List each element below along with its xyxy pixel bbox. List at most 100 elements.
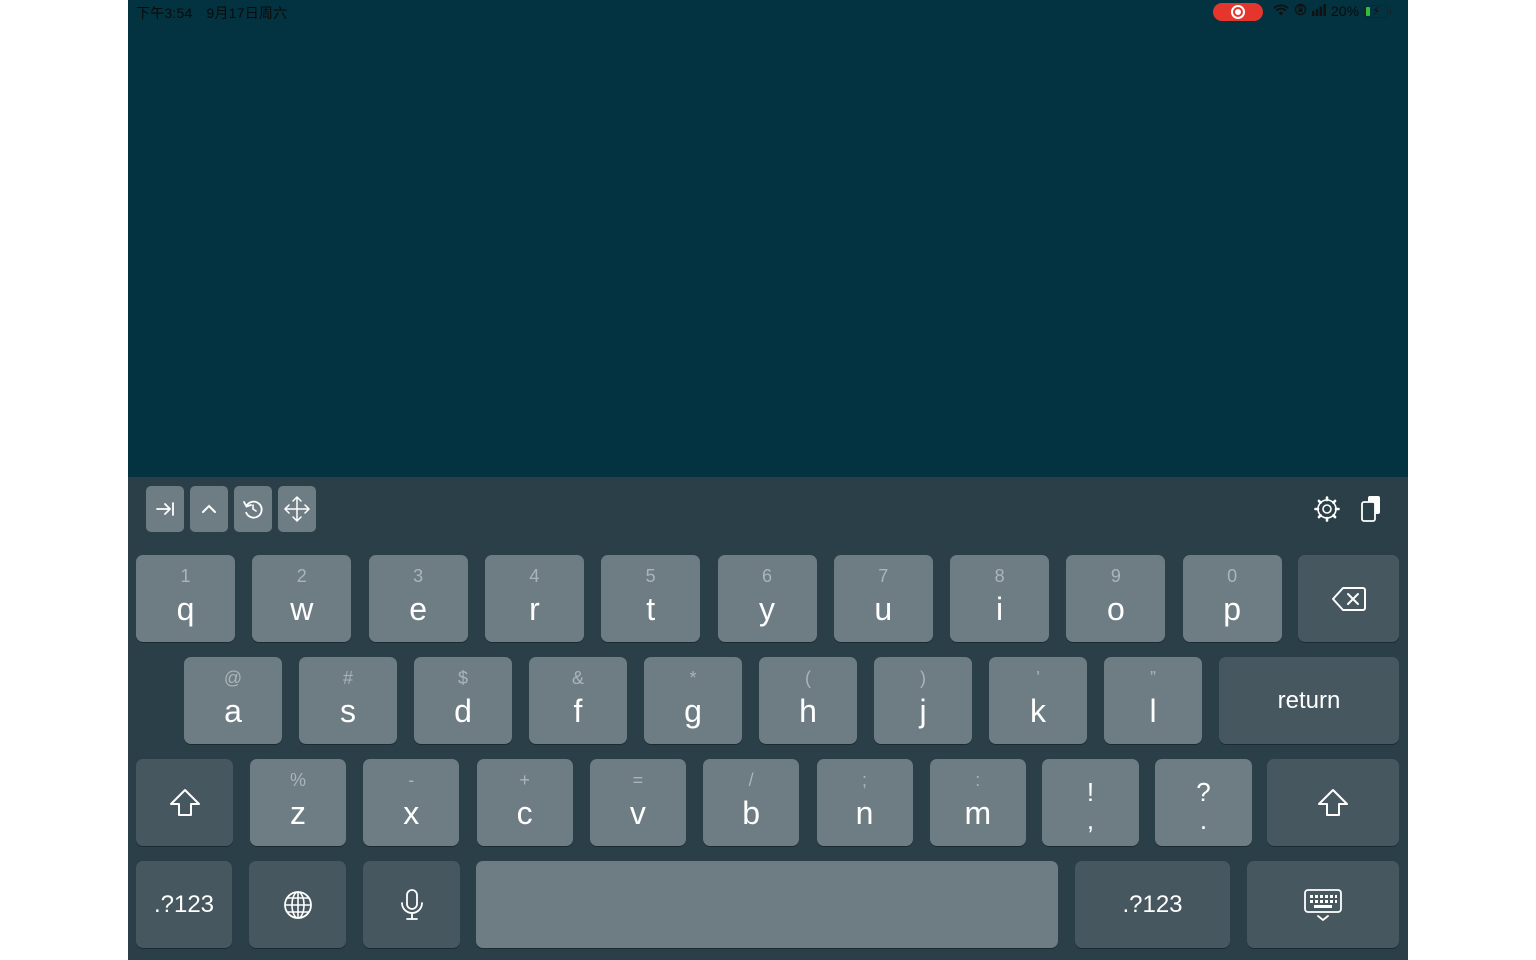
key-l[interactable]: ” l: [1104, 657, 1202, 744]
battery-percent: 20%: [1331, 3, 1360, 19]
key-hint-label: ): [920, 668, 926, 688]
key-hint-label: $: [457, 668, 468, 688]
key-hint-label: 7: [878, 566, 889, 586]
key-letter-label: q: [176, 591, 195, 627]
status-date: 9月17日周六: [206, 5, 288, 21]
shift-key-right[interactable]: [1267, 759, 1399, 846]
key-hint-label: (: [805, 668, 811, 688]
key-hint-label: /: [748, 770, 754, 790]
key-letter-label: i: [996, 591, 1004, 627]
tab-icon[interactable]: [146, 486, 184, 532]
key-c[interactable]: + c: [476, 759, 573, 846]
punct-bottom-label: ,: [1086, 805, 1095, 835]
key-v[interactable]: = v: [589, 759, 686, 846]
key-hint-label: 3: [413, 566, 424, 586]
microphone-icon: [363, 861, 460, 948]
key-z[interactable]: % z: [250, 759, 346, 846]
key-letter-label: z: [290, 795, 306, 831]
globe-key[interactable]: [249, 861, 346, 948]
key-o[interactable]: 9o: [1066, 555, 1166, 642]
key-q[interactable]: 1q: [136, 555, 235, 642]
numbers-label: .?123: [1122, 890, 1183, 918]
punct-top-label: !: [1086, 777, 1095, 807]
key-letter-label: r: [529, 591, 540, 627]
key-u[interactable]: 7u: [833, 555, 933, 642]
key-letter-label: p: [1223, 591, 1242, 627]
screen-recording-indicator[interactable]: [1213, 3, 1263, 21]
key-p[interactable]: 0p: [1182, 555, 1282, 642]
key-hint-label: &: [571, 668, 584, 688]
key-k[interactable]: ’ k: [989, 657, 1087, 744]
key-letter-label: k: [1030, 693, 1046, 729]
clipboard-icon[interactable]: [1355, 493, 1387, 525]
settings-gear-icon[interactable]: [1311, 493, 1343, 525]
key-letter-label: t: [646, 591, 656, 627]
key-y[interactable]: 6y: [717, 555, 817, 642]
key-m[interactable]: :m: [929, 759, 1026, 846]
key-r[interactable]: 4r: [484, 555, 584, 642]
battery-icon: ⚡: [1364, 4, 1389, 18]
key-hint-label: %: [289, 770, 306, 790]
punct-bottom-label: .: [1199, 805, 1208, 835]
key-letter-label: v: [629, 795, 646, 831]
status-bar: 下午3:54 9月17日周六 20% ⚡: [128, 0, 1408, 24]
backspace-key[interactable]: [1298, 555, 1399, 642]
key-n[interactable]: ; n: [816, 759, 913, 846]
key-s[interactable]: # s: [299, 657, 397, 744]
key-letter-label: x: [403, 795, 420, 831]
key-exclamation-comma[interactable]: ! ,: [1042, 759, 1139, 846]
backspace-icon: [1298, 555, 1399, 642]
key-hint-label: :: [975, 770, 981, 790]
status-time: 下午3:54: [136, 5, 193, 21]
key-letter-label: j: [919, 693, 927, 729]
return-label: return: [1277, 686, 1341, 714]
key-hint-label: @: [223, 668, 243, 688]
on-screen-keyboard: return ! , ? . .?123 .?123 1 q 2 w 3 e 4…: [128, 477, 1408, 960]
orientation-lock-icon: [1294, 3, 1307, 19]
key-letter-label: s: [340, 693, 356, 729]
key-letter-label: b: [742, 795, 761, 831]
dictation-key[interactable]: [363, 861, 460, 948]
key-d[interactable]: $ d: [414, 657, 512, 744]
key-hint-label: #: [342, 668, 353, 688]
key-hint-label: 1: [180, 566, 191, 586]
return-key[interactable]: return: [1219, 657, 1399, 744]
key-j[interactable]: ) j: [874, 657, 972, 744]
key-hint-label: ”: [1150, 668, 1156, 688]
key-x[interactable]: -x: [363, 759, 460, 846]
key-hint-label: +: [519, 770, 530, 790]
space-bar[interactable]: [476, 861, 1058, 948]
status-left: 下午3:54 9月17日周六: [136, 3, 297, 23]
key-letter-label: m: [964, 795, 992, 831]
key-i[interactable]: 8i: [950, 555, 1050, 642]
dismiss-keyboard-key[interactable]: [1247, 861, 1399, 948]
key-hint-label: =: [632, 770, 644, 790]
key-b[interactable]: / b: [703, 759, 800, 846]
key-letter-label: n: [855, 795, 874, 831]
key-g[interactable]: * g: [644, 657, 742, 744]
undo-history-icon[interactable]: [234, 486, 272, 532]
key-f[interactable]: & f: [529, 657, 627, 744]
key-letter-label: h: [799, 693, 817, 729]
key-question-period[interactable]: ? .: [1155, 759, 1252, 846]
key-hint-label: 4: [529, 566, 540, 586]
chevron-up-icon[interactable]: [190, 486, 228, 532]
key-letter-label: c: [516, 795, 533, 831]
battery-fill: [1366, 6, 1371, 16]
numbers-key-left[interactable]: .?123: [136, 861, 232, 948]
shift-icon: [136, 759, 233, 846]
numbers-key-right[interactable]: .?123: [1075, 861, 1230, 948]
key-w[interactable]: 2w: [252, 555, 352, 642]
key-letter-label: y: [759, 591, 775, 627]
key-letter-label: u: [874, 591, 893, 627]
move-arrows-icon[interactable]: [278, 486, 316, 532]
key-a[interactable]: @ a: [184, 657, 282, 744]
numbers-label: .?123: [153, 890, 215, 918]
key-t[interactable]: 5t: [601, 555, 701, 642]
key-e[interactable]: 3e: [368, 555, 468, 642]
shift-icon: [1267, 759, 1399, 846]
key-h[interactable]: (h: [759, 657, 857, 744]
key-hint-label: 8: [994, 566, 1005, 586]
status-right: 20% ⚡: [1273, 3, 1392, 19]
shift-key-left[interactable]: [136, 759, 233, 846]
